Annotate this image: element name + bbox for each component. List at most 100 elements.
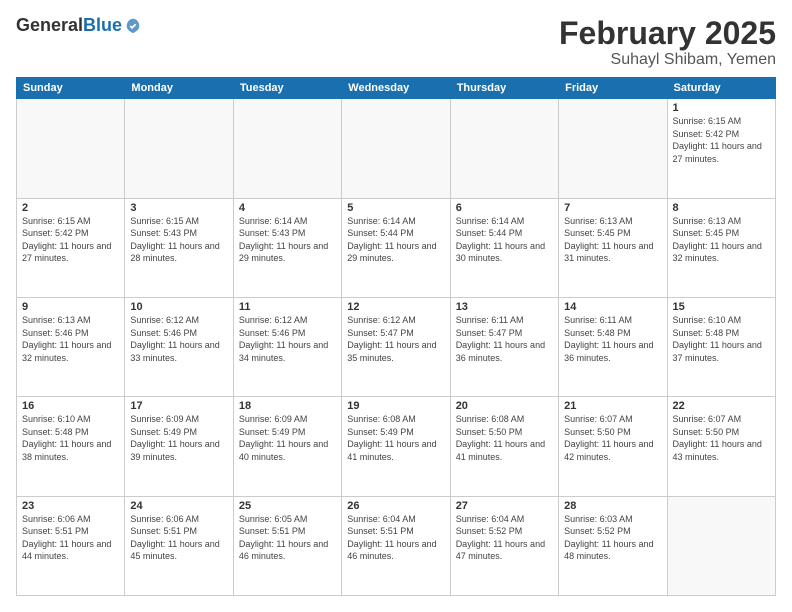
day-info: Sunrise: 6:04 AM Sunset: 5:52 PM Dayligh… bbox=[456, 513, 553, 563]
day-info: Sunrise: 6:08 AM Sunset: 5:49 PM Dayligh… bbox=[347, 413, 444, 463]
day-info: Sunrise: 6:04 AM Sunset: 5:51 PM Dayligh… bbox=[347, 513, 444, 563]
calendar-header-row: SundayMondayTuesdayWednesdayThursdayFrid… bbox=[17, 78, 776, 99]
table-row: 5Sunrise: 6:14 AM Sunset: 5:44 PM Daylig… bbox=[342, 198, 450, 297]
calendar-day-header: Monday bbox=[125, 78, 233, 99]
day-number: 15 bbox=[673, 301, 770, 313]
sub-title: Suhayl Shibam, Yemen bbox=[559, 51, 776, 69]
table-row: 24Sunrise: 6:06 AM Sunset: 5:51 PM Dayli… bbox=[125, 496, 233, 595]
day-number: 25 bbox=[239, 500, 336, 512]
day-info: Sunrise: 6:11 AM Sunset: 5:47 PM Dayligh… bbox=[456, 314, 553, 364]
day-number: 1 bbox=[673, 102, 770, 114]
table-row: 25Sunrise: 6:05 AM Sunset: 5:51 PM Dayli… bbox=[233, 496, 341, 595]
logo-blue: Blue bbox=[83, 15, 122, 35]
table-row bbox=[559, 99, 667, 198]
calendar-day-header: Friday bbox=[559, 78, 667, 99]
calendar-day-header: Wednesday bbox=[342, 78, 450, 99]
table-row: 28Sunrise: 6:03 AM Sunset: 5:52 PM Dayli… bbox=[559, 496, 667, 595]
table-row bbox=[450, 99, 558, 198]
table-row: 12Sunrise: 6:12 AM Sunset: 5:47 PM Dayli… bbox=[342, 297, 450, 396]
table-row: 20Sunrise: 6:08 AM Sunset: 5:50 PM Dayli… bbox=[450, 397, 558, 496]
table-row: 13Sunrise: 6:11 AM Sunset: 5:47 PM Dayli… bbox=[450, 297, 558, 396]
day-info: Sunrise: 6:13 AM Sunset: 5:45 PM Dayligh… bbox=[564, 215, 661, 265]
day-number: 7 bbox=[564, 202, 661, 214]
day-number: 5 bbox=[347, 202, 444, 214]
day-info: Sunrise: 6:14 AM Sunset: 5:44 PM Dayligh… bbox=[456, 215, 553, 265]
day-number: 21 bbox=[564, 400, 661, 412]
table-row bbox=[125, 99, 233, 198]
day-number: 3 bbox=[130, 202, 227, 214]
day-info: Sunrise: 6:10 AM Sunset: 5:48 PM Dayligh… bbox=[22, 413, 119, 463]
table-row: 11Sunrise: 6:12 AM Sunset: 5:46 PM Dayli… bbox=[233, 297, 341, 396]
day-info: Sunrise: 6:08 AM Sunset: 5:50 PM Dayligh… bbox=[456, 413, 553, 463]
day-number: 24 bbox=[130, 500, 227, 512]
day-info: Sunrise: 6:03 AM Sunset: 5:52 PM Dayligh… bbox=[564, 513, 661, 563]
day-number: 27 bbox=[456, 500, 553, 512]
calendar-week-row: 1Sunrise: 6:15 AM Sunset: 5:42 PM Daylig… bbox=[17, 99, 776, 198]
logo-general: General bbox=[16, 15, 83, 35]
table-row: 2Sunrise: 6:15 AM Sunset: 5:42 PM Daylig… bbox=[17, 198, 125, 297]
page: GeneralBlue February 2025 Suhayl Shibam,… bbox=[0, 0, 792, 612]
day-info: Sunrise: 6:13 AM Sunset: 5:45 PM Dayligh… bbox=[673, 215, 770, 265]
day-number: 4 bbox=[239, 202, 336, 214]
table-row bbox=[17, 99, 125, 198]
day-number: 19 bbox=[347, 400, 444, 412]
day-info: Sunrise: 6:10 AM Sunset: 5:48 PM Dayligh… bbox=[673, 314, 770, 364]
table-row bbox=[342, 99, 450, 198]
table-row: 18Sunrise: 6:09 AM Sunset: 5:49 PM Dayli… bbox=[233, 397, 341, 496]
calendar-day-header: Saturday bbox=[667, 78, 775, 99]
day-info: Sunrise: 6:12 AM Sunset: 5:46 PM Dayligh… bbox=[130, 314, 227, 364]
table-row: 15Sunrise: 6:10 AM Sunset: 5:48 PM Dayli… bbox=[667, 297, 775, 396]
day-info: Sunrise: 6:07 AM Sunset: 5:50 PM Dayligh… bbox=[673, 413, 770, 463]
table-row: 19Sunrise: 6:08 AM Sunset: 5:49 PM Dayli… bbox=[342, 397, 450, 496]
day-info: Sunrise: 6:06 AM Sunset: 5:51 PM Dayligh… bbox=[130, 513, 227, 563]
day-info: Sunrise: 6:12 AM Sunset: 5:47 PM Dayligh… bbox=[347, 314, 444, 364]
day-number: 6 bbox=[456, 202, 553, 214]
calendar-day-header: Thursday bbox=[450, 78, 558, 99]
day-number: 14 bbox=[564, 301, 661, 313]
day-info: Sunrise: 6:12 AM Sunset: 5:46 PM Dayligh… bbox=[239, 314, 336, 364]
calendar-day-header: Tuesday bbox=[233, 78, 341, 99]
day-info: Sunrise: 6:06 AM Sunset: 5:51 PM Dayligh… bbox=[22, 513, 119, 563]
day-info: Sunrise: 6:14 AM Sunset: 5:43 PM Dayligh… bbox=[239, 215, 336, 265]
table-row: 14Sunrise: 6:11 AM Sunset: 5:48 PM Dayli… bbox=[559, 297, 667, 396]
day-number: 12 bbox=[347, 301, 444, 313]
table-row: 16Sunrise: 6:10 AM Sunset: 5:48 PM Dayli… bbox=[17, 397, 125, 496]
title-block: February 2025 Suhayl Shibam, Yemen bbox=[559, 16, 776, 69]
day-info: Sunrise: 6:09 AM Sunset: 5:49 PM Dayligh… bbox=[130, 413, 227, 463]
table-row: 6Sunrise: 6:14 AM Sunset: 5:44 PM Daylig… bbox=[450, 198, 558, 297]
table-row bbox=[667, 496, 775, 595]
day-number: 17 bbox=[130, 400, 227, 412]
main-title: February 2025 bbox=[559, 16, 776, 51]
table-row: 7Sunrise: 6:13 AM Sunset: 5:45 PM Daylig… bbox=[559, 198, 667, 297]
day-number: 2 bbox=[22, 202, 119, 214]
day-info: Sunrise: 6:07 AM Sunset: 5:50 PM Dayligh… bbox=[564, 413, 661, 463]
calendar-week-row: 16Sunrise: 6:10 AM Sunset: 5:48 PM Dayli… bbox=[17, 397, 776, 496]
day-info: Sunrise: 6:14 AM Sunset: 5:44 PM Dayligh… bbox=[347, 215, 444, 265]
day-number: 20 bbox=[456, 400, 553, 412]
table-row: 4Sunrise: 6:14 AM Sunset: 5:43 PM Daylig… bbox=[233, 198, 341, 297]
day-info: Sunrise: 6:15 AM Sunset: 5:42 PM Dayligh… bbox=[673, 115, 770, 165]
day-number: 10 bbox=[130, 301, 227, 313]
day-info: Sunrise: 6:09 AM Sunset: 5:49 PM Dayligh… bbox=[239, 413, 336, 463]
table-row: 1Sunrise: 6:15 AM Sunset: 5:42 PM Daylig… bbox=[667, 99, 775, 198]
day-number: 16 bbox=[22, 400, 119, 412]
header: GeneralBlue February 2025 Suhayl Shibam,… bbox=[16, 16, 776, 69]
day-number: 28 bbox=[564, 500, 661, 512]
table-row: 9Sunrise: 6:13 AM Sunset: 5:46 PM Daylig… bbox=[17, 297, 125, 396]
day-number: 9 bbox=[22, 301, 119, 313]
day-number: 11 bbox=[239, 301, 336, 313]
day-number: 23 bbox=[22, 500, 119, 512]
table-row: 3Sunrise: 6:15 AM Sunset: 5:43 PM Daylig… bbox=[125, 198, 233, 297]
day-info: Sunrise: 6:05 AM Sunset: 5:51 PM Dayligh… bbox=[239, 513, 336, 563]
calendar-week-row: 23Sunrise: 6:06 AM Sunset: 5:51 PM Dayli… bbox=[17, 496, 776, 595]
day-info: Sunrise: 6:11 AM Sunset: 5:48 PM Dayligh… bbox=[564, 314, 661, 364]
table-row: 23Sunrise: 6:06 AM Sunset: 5:51 PM Dayli… bbox=[17, 496, 125, 595]
day-info: Sunrise: 6:15 AM Sunset: 5:42 PM Dayligh… bbox=[22, 215, 119, 265]
logo: GeneralBlue bbox=[16, 16, 142, 36]
table-row: 22Sunrise: 6:07 AM Sunset: 5:50 PM Dayli… bbox=[667, 397, 775, 496]
day-number: 18 bbox=[239, 400, 336, 412]
calendar-week-row: 9Sunrise: 6:13 AM Sunset: 5:46 PM Daylig… bbox=[17, 297, 776, 396]
calendar-week-row: 2Sunrise: 6:15 AM Sunset: 5:42 PM Daylig… bbox=[17, 198, 776, 297]
calendar-table: SundayMondayTuesdayWednesdayThursdayFrid… bbox=[16, 77, 776, 596]
logo-icon bbox=[124, 17, 142, 35]
